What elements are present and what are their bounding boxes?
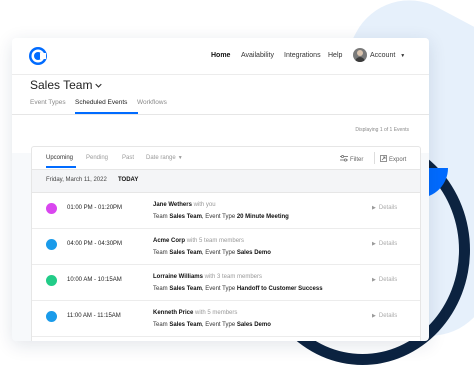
event-type-prefix: , Event Type: [201, 322, 237, 328]
event-time: 01:00 PM - 01:20PM: [67, 205, 123, 211]
team-prefix: Team: [153, 286, 170, 292]
invitee-name: Kenneth Price: [153, 310, 194, 316]
export-button[interactable]: Export: [380, 155, 406, 163]
event-invitee-line: Jane Wethers with you: [153, 202, 216, 208]
event-detail-line: Team Sales Team, Event Type 20 Minute Me…: [153, 214, 289, 220]
event-row[interactable]: 01:00 PM - 01:20PM Jane Wethers with you T…: [32, 193, 420, 229]
details-button[interactable]: ▶ Details: [372, 313, 397, 319]
tab-scheduled-events[interactable]: Scheduled Events: [75, 99, 127, 106]
caret-right-icon: ▶: [372, 313, 376, 319]
app-window: Home Availability Integrations Help Acco…: [12, 38, 429, 341]
event-type-name: 20 Minute Meeting: [236, 214, 289, 220]
top-navbar: Home Availability Integrations Help Acco…: [12, 38, 429, 75]
active-panel-tab-indicator: [46, 166, 76, 168]
invitee-with: with you: [193, 202, 216, 208]
date-range-label: Date range: [146, 155, 176, 161]
team-name: Sales Team: [169, 286, 202, 292]
invitee-with: with 5 members: [195, 310, 238, 316]
team-name: Sales Team: [169, 214, 202, 220]
event-invitee-line: Lorraine Williams with 3 team members: [153, 274, 262, 280]
team-prefix: Team: [153, 322, 170, 328]
events-count-text: Displaying 1 of 1 Events: [355, 127, 409, 133]
filter-label: Filter: [350, 157, 364, 163]
chevron-down-icon[interactable]: [95, 82, 102, 89]
event-time: 04:00 PM - 04:30PM: [67, 241, 123, 247]
nav-help[interactable]: Help: [328, 52, 342, 59]
event-detail-line: Team Sales Team, Event Type Sales Demo: [153, 250, 271, 256]
event-row[interactable]: 11:00 AM - 11:15AM Kenneth Price with 5 m…: [32, 301, 420, 337]
event-detail-line: Team Sales Team, Event Type Handoff to C…: [153, 286, 323, 292]
invitee-with: with 5 team members: [186, 238, 245, 244]
nav-availability[interactable]: Availability: [241, 52, 274, 59]
event-invitee-line: Kenneth Price with 5 members: [153, 310, 237, 316]
event-type-name: Handoff to Customer Success: [236, 286, 323, 292]
team-title[interactable]: Sales Team: [30, 78, 92, 92]
panel-tab-date-range[interactable]: Date range ▼: [146, 155, 183, 161]
invitee-name: Lorraine Williams: [153, 274, 203, 280]
events-panel: Upcoming Pending Past Date range ▼ Filter…: [31, 146, 421, 341]
invitee-name: Acme Corp: [153, 238, 186, 244]
event-type-name: Sales Demo: [236, 322, 271, 328]
details-label: Details: [378, 241, 398, 247]
event-color-dot: [46, 275, 57, 286]
event-time: 11:00 AM - 11:15AM: [67, 313, 121, 319]
nav-integrations[interactable]: Integrations: [284, 52, 321, 59]
account-menu[interactable]: Account ▼: [370, 52, 405, 59]
avatar[interactable]: [353, 48, 367, 62]
today-label: TODAY: [118, 177, 139, 183]
caret-down-icon: ▼: [177, 155, 183, 161]
nav-home[interactable]: Home: [211, 52, 230, 59]
team-prefix: Team: [153, 250, 170, 256]
event-type-prefix: , Event Type: [201, 250, 237, 256]
team-name: Sales Team: [169, 322, 202, 328]
event-type-name: Sales Demo: [236, 250, 271, 256]
caret-right-icon: ▶: [372, 241, 376, 247]
details-label: Details: [378, 313, 398, 319]
export-icon: [380, 155, 387, 162]
divider: [12, 114, 429, 115]
event-time: 10:00 AM - 10:15AM: [67, 277, 122, 283]
filter-icon: [340, 155, 348, 162]
date-label: Friday, March 11, 2022: [46, 177, 107, 183]
event-type-prefix: , Event Type: [201, 214, 237, 220]
caret-right-icon: ▶: [372, 277, 376, 283]
toolbar-divider: [374, 152, 375, 164]
team-name: Sales Team: [169, 250, 202, 256]
tab-event-types[interactable]: Event Types: [30, 99, 66, 106]
invitee-name: Jane Wethers: [153, 202, 192, 208]
event-invitee-line: Acme Corp with 5 team members: [153, 238, 244, 244]
invitee-with: with 3 team members: [204, 274, 262, 280]
date-header: Friday, March 11, 2022 TODAY: [32, 170, 420, 193]
account-label: Account: [370, 52, 396, 59]
details-button[interactable]: ▶ Details: [372, 205, 397, 211]
event-color-dot: [46, 203, 57, 214]
team-header: Sales Team Event Types Scheduled Events …: [12, 75, 429, 153]
event-detail-line: Team Sales Team, Event Type Sales Demo: [153, 322, 271, 328]
caret-down-icon: ▼: [400, 53, 406, 59]
panel-tab-pending[interactable]: Pending: [86, 155, 108, 161]
export-label: Export: [389, 157, 407, 163]
event-row[interactable]: 04:00 PM - 04:30PM Acme Corp with 5 team …: [32, 229, 420, 265]
tab-workflows[interactable]: Workflows: [137, 99, 167, 106]
details-button[interactable]: ▶ Details: [372, 277, 397, 283]
calendly-logo-icon[interactable]: [28, 46, 48, 66]
event-color-dot: [46, 311, 57, 322]
details-label: Details: [378, 277, 398, 283]
event-color-dot: [46, 239, 57, 250]
panel-tab-upcoming[interactable]: Upcoming: [46, 155, 73, 161]
team-prefix: Team: [153, 214, 170, 220]
filter-button[interactable]: Filter: [340, 155, 363, 163]
details-button[interactable]: ▶ Details: [372, 241, 397, 247]
panel-tab-past[interactable]: Past: [122, 155, 134, 161]
event-type-prefix: , Event Type: [201, 286, 237, 292]
details-label: Details: [378, 205, 398, 211]
event-row[interactable]: 10:00 AM - 10:15AM Lorraine Williams with…: [32, 265, 420, 301]
caret-right-icon: ▶: [372, 205, 376, 211]
